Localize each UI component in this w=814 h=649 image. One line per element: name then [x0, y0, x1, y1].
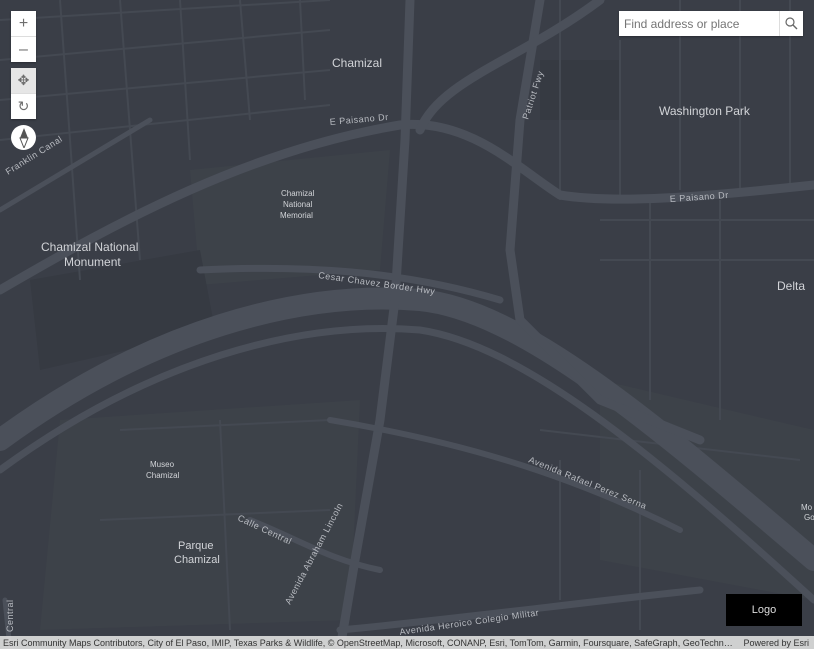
label-museo: Chamizal — [146, 471, 180, 480]
pan-button[interactable]: ✥ — [11, 68, 36, 93]
road-central: Central — [5, 599, 15, 632]
search-button[interactable] — [779, 11, 803, 36]
label-parque: Parque — [178, 540, 213, 552]
zoom-controls: + – — [11, 11, 36, 62]
attribution-bar[interactable]: Esri Community Maps Contributors, City o… — [0, 636, 814, 649]
label-monument: Monument — [64, 255, 121, 269]
logo: Logo — [726, 594, 802, 626]
label-memorial: Memorial — [280, 211, 313, 220]
powered-by-esri-link[interactable]: Powered by Esri — [733, 638, 814, 648]
label-delta: Delta — [777, 279, 805, 293]
compass-button[interactable] — [11, 125, 36, 150]
label-memorial: Chamizal — [281, 189, 315, 198]
label-monument: Chamizal National — [41, 240, 138, 254]
search-widget — [619, 11, 803, 36]
label-memorial: National — [283, 200, 313, 209]
label-washington-park: Washington Park — [659, 104, 751, 118]
label-museo: Museo — [150, 460, 175, 469]
zoom-in-button[interactable]: + — [11, 11, 36, 36]
label-parque: Chamizal — [174, 554, 220, 566]
pan-icon: ✥ — [17, 72, 30, 88]
compass-icon — [18, 127, 29, 148]
search-icon — [785, 17, 798, 30]
navigation-controls: ✥ ↻ — [11, 68, 36, 119]
plus-icon: + — [18, 14, 29, 32]
attribution-text[interactable]: Esri Community Maps Contributors, City o… — [0, 638, 733, 648]
label-chamizal: Chamizal — [332, 56, 382, 70]
label-mo: Go — [804, 513, 814, 522]
search-input[interactable] — [619, 11, 779, 36]
rotate-button[interactable]: ↻ — [11, 93, 36, 119]
rotate-icon: ↻ — [17, 98, 30, 114]
zoom-out-button[interactable]: – — [11, 36, 36, 62]
minus-icon: – — [19, 40, 28, 58]
map-view[interactable]: Chamizal Washington Park Chamizal Nation… — [0, 0, 814, 649]
label-mo: Mo — [801, 503, 813, 512]
